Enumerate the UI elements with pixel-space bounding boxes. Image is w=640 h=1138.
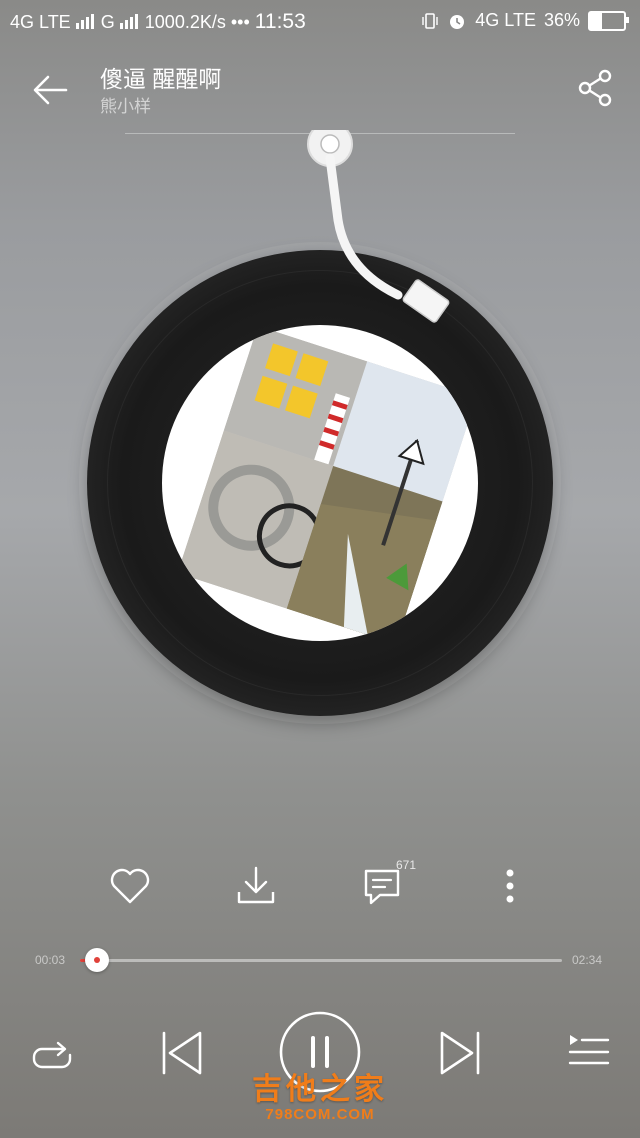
heart-icon[interactable] bbox=[106, 862, 154, 910]
status-left: 4G LTE G 1000.2K/s ••• 11:53 bbox=[10, 10, 306, 34]
vibrate-icon bbox=[422, 12, 438, 29]
share-icon[interactable] bbox=[576, 68, 616, 108]
seek-track[interactable] bbox=[80, 959, 562, 962]
header: 傻逼 醒醒啊 熊小样 bbox=[0, 42, 640, 134]
action-row: 671 bbox=[0, 850, 640, 920]
status-right: 4G LTE 36% bbox=[421, 10, 629, 31]
seek-thumb[interactable] bbox=[84, 948, 109, 972]
signal-icon bbox=[75, 13, 96, 34]
artist-name[interactable]: 熊小样 bbox=[100, 92, 151, 117]
album-cover bbox=[162, 325, 478, 641]
repeat-icon[interactable] bbox=[28, 1033, 76, 1081]
playlist-icon[interactable] bbox=[566, 1029, 612, 1075]
progress-bar: 00:03 02:34 bbox=[0, 944, 640, 980]
playback-controls bbox=[0, 1005, 640, 1105]
disc-area bbox=[0, 130, 640, 760]
signal-icon-2 bbox=[119, 13, 140, 34]
network-type-1: 4G LTE bbox=[10, 12, 71, 32]
song-title: 傻逼 醒醒啊 bbox=[100, 66, 222, 92]
previous-icon[interactable] bbox=[156, 1027, 208, 1079]
network-type-2: G bbox=[100, 12, 115, 32]
next-icon[interactable] bbox=[434, 1027, 486, 1079]
tonearm bbox=[307, 130, 450, 323]
watermark-en: 798COM.COM bbox=[265, 1106, 375, 1123]
status-bar: 4G LTE G 1000.2K/s ••• 11:53 4G LTE 36% bbox=[0, 0, 640, 42]
battery-percent: 36% bbox=[543, 10, 580, 30]
comment-count: 671 bbox=[396, 858, 417, 872]
battery-icon bbox=[588, 10, 629, 31]
more-dots: ••• bbox=[230, 12, 250, 32]
total-time: 02:34 bbox=[572, 953, 603, 967]
clock: 11:53 bbox=[254, 10, 306, 33]
alarm-icon bbox=[450, 14, 465, 29]
back-arrow-icon[interactable] bbox=[28, 68, 72, 112]
network-speed: 1000.2K/s bbox=[144, 12, 226, 32]
album-art-image bbox=[177, 325, 477, 641]
pause-icon[interactable] bbox=[278, 1010, 362, 1094]
more-icon[interactable] bbox=[486, 862, 534, 910]
current-time: 00:03 bbox=[35, 953, 66, 967]
network-type-3: 4G LTE bbox=[475, 10, 536, 30]
download-icon[interactable] bbox=[232, 862, 280, 910]
